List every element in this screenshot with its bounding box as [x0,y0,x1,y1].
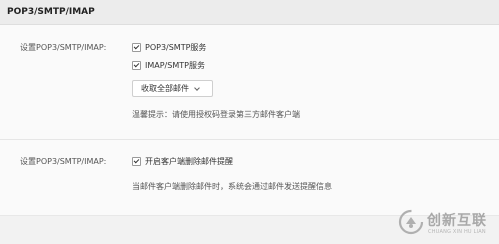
section-header: POP3/SMTP/IMAP [0,0,499,25]
delete-reminder-checkbox-row[interactable]: 开启客户端删除邮件提醒 [132,156,233,167]
imap-smtp-label: IMAP/SMTP服务 [145,61,205,70]
delete-reminder-label: 开启客户端删除邮件提醒 [145,157,233,166]
section-divider [0,139,499,140]
chevron-down-icon [194,84,200,91]
brand-subtitle: CHUANG XIN HU LIAN [428,229,486,235]
brand-watermark: 创新互联 CHUANG XIN HU LIAN [398,206,496,240]
imap-smtp-checkbox[interactable] [132,61,141,70]
section-title: POP3/SMTP/IMAP [7,7,95,17]
delete-reminder-checkbox[interactable] [132,157,141,166]
imap-smtp-checkbox-row[interactable]: IMAP/SMTP服务 [132,60,205,71]
delete-reminder-hint: 当邮件客户端删除邮件时，系统会通过邮件发送提醒信息 [132,182,332,191]
pop3-smtp-checkbox[interactable] [132,43,141,52]
pop3-smtp-label: POP3/SMTP服务 [145,43,207,52]
receive-mail-dropdown[interactable]: 收取全部邮件 [132,80,213,97]
pop3-settings-label: 设置POP3/SMTP/IMAP: [20,43,107,52]
pop3-smtp-checkbox-row[interactable]: POP3/SMTP服务 [132,42,206,53]
brand-name: 创新互联 [427,213,487,229]
auth-code-hint: 温馨提示：请使用授权码登录第三方邮件客户端 [132,110,300,119]
dropdown-value: 收取全部邮件 [141,84,189,93]
client-delete-settings-label: 设置POP3/SMTP/IMAP: [20,157,107,166]
brand-logo-icon [398,209,424,235]
